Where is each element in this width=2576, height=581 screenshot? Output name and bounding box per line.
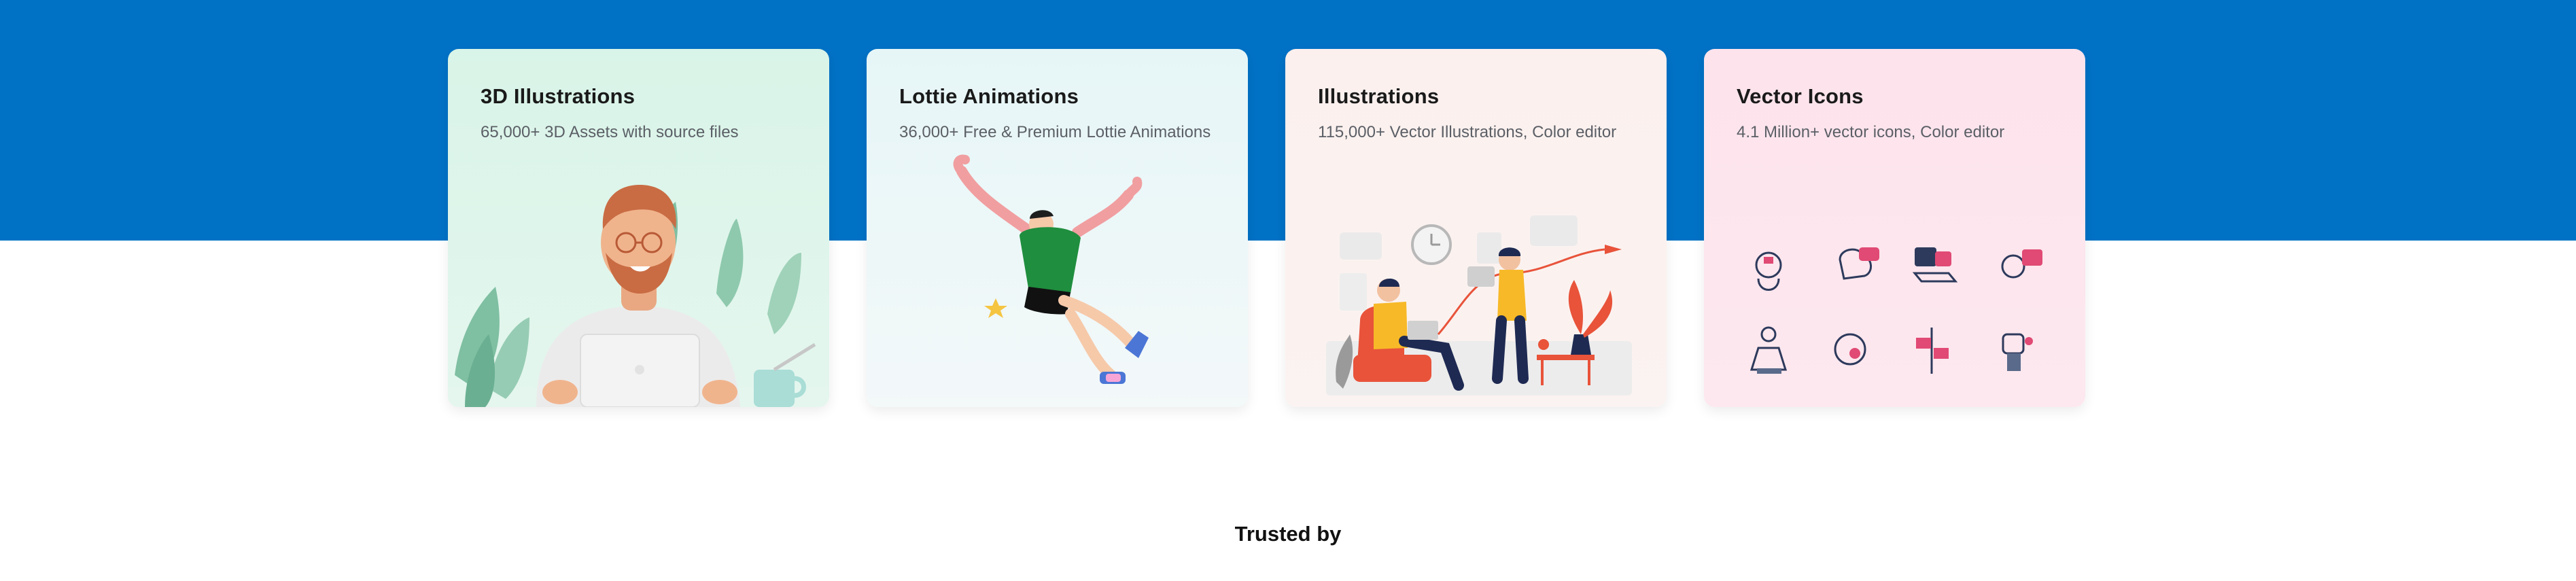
- card-description: 36,000+ Free & Premium Lottie Animations: [899, 123, 1211, 141]
- signpost-icon: [1916, 328, 1949, 374]
- card-3d-illustrations[interactable]: 3D Illustrations 65,000+ 3D Assets with …: [448, 49, 829, 407]
- page: 3D Illustrations 65,000+ 3D Assets with …: [0, 0, 2576, 581]
- robot-figure-icon: [2002, 333, 2033, 371]
- card-illustrations[interactable]: Illustrations 115,000+ Vector Illustrati…: [1285, 49, 1667, 407]
- card-description: 4.1 Million+ vector icons, Color editor: [1737, 123, 2005, 141]
- robot-head-icon: [1755, 251, 1782, 291]
- card-description: 115,000+ Vector Illustrations, Color edi…: [1318, 123, 1617, 141]
- card-vector-icons[interactable]: Vector Icons 4.1 Million+ vector icons, …: [1704, 49, 2085, 407]
- card-title: Lottie Animations: [899, 84, 1079, 108]
- trusted-by-heading: Trusted by: [1234, 522, 1342, 546]
- card-title: Vector Icons: [1737, 84, 1864, 108]
- card-title: Illustrations: [1318, 84, 1440, 108]
- hand-device-icon: [1912, 247, 1958, 283]
- card-title: 3D Illustrations: [481, 84, 636, 108]
- category-cards: 3D Illustrations 65,000+ 3D Assets with …: [0, 0, 2576, 408]
- robot-hand-icon: [1834, 333, 1866, 366]
- card-description: 65,000+ 3D Assets with source files: [481, 123, 739, 141]
- card-lottie-animations[interactable]: Lottie Animations 36,000+ Free & Premium…: [867, 49, 1248, 407]
- hologram-figure-icon: [1750, 326, 1788, 374]
- user-message-icon: [2001, 249, 2042, 279]
- brain-chat-icon: [1839, 247, 1879, 280]
